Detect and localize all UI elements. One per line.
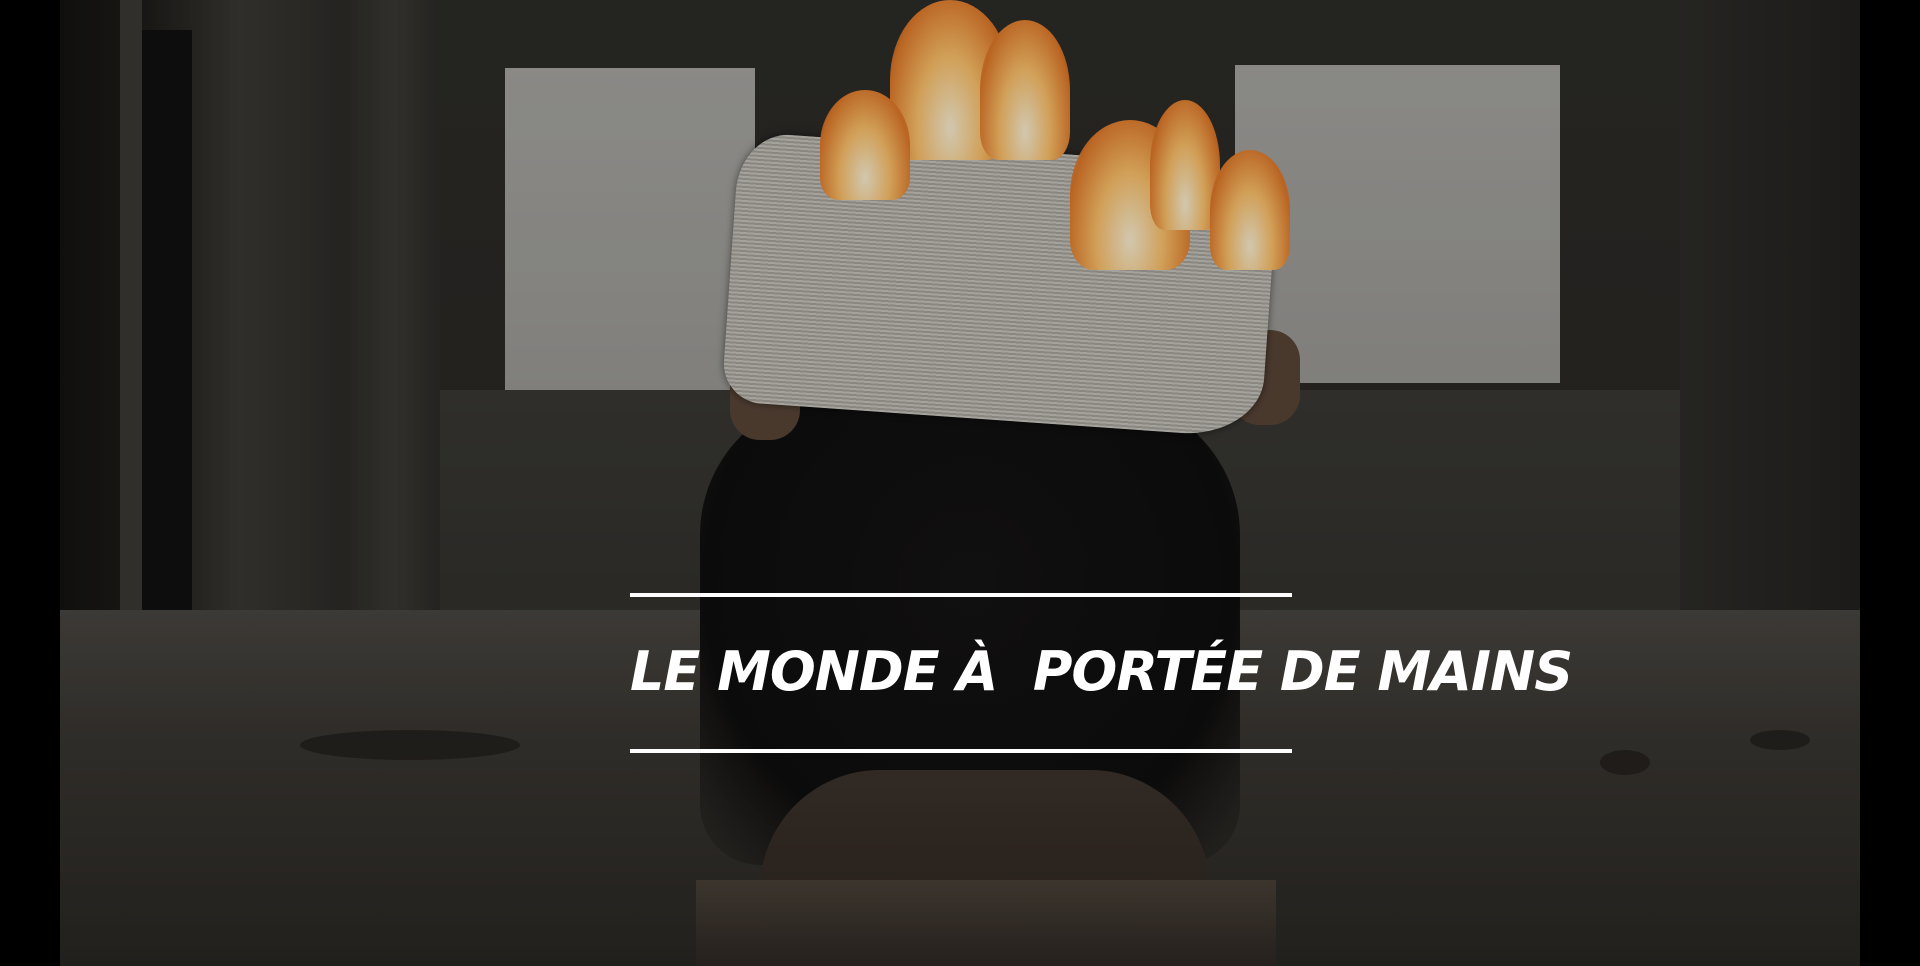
slide: LE MONDE À PORTÉE DE MAINS (60, 0, 1860, 966)
presentation-frame: LE MONDE À PORTÉE DE MAINS (0, 0, 1920, 966)
photo-dim-overlay (60, 0, 1860, 966)
slide-title: LE MONDE À PORTÉE DE MAINS (630, 640, 1573, 703)
title-rule-top (630, 593, 1292, 597)
title-rule-bottom (630, 749, 1292, 753)
